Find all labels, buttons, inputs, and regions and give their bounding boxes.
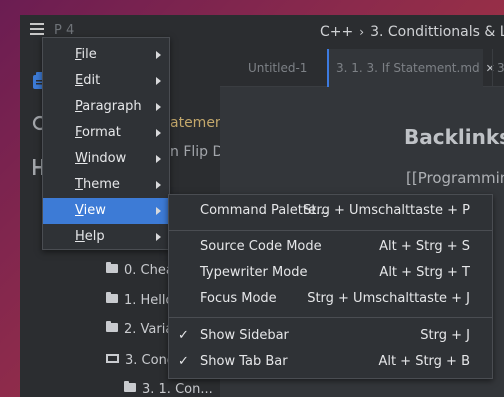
tree-folder-item[interactable]: 0. Chea bbox=[106, 261, 174, 281]
menu-item-file[interactable]: File bbox=[43, 42, 169, 68]
chevron-right-icon bbox=[156, 181, 161, 189]
shortcut-label: Alt + Strg + S bbox=[379, 239, 470, 254]
chevron-right-icon: › bbox=[359, 25, 365, 39]
menu-item-focus-mode[interactable]: Focus Mode Strg + Umschalttaste + J bbox=[169, 286, 492, 312]
menu-item-source-code-mode[interactable]: Source Code Mode Alt + Strg + S bbox=[169, 234, 492, 260]
menu-item-edit[interactable]: Edit bbox=[43, 68, 169, 94]
tree-folder-item-open[interactable]: 3. Cond bbox=[106, 351, 175, 371]
check-icon: ✓ bbox=[178, 354, 189, 369]
folder-icon bbox=[106, 262, 118, 273]
menu-item-help[interactable]: Help bbox=[43, 224, 169, 250]
menu-item-show-tab-bar[interactable]: ✓ Show Tab Bar Alt + Strg + B bbox=[169, 349, 492, 375]
tree-folder-item[interactable]: 1. Hello bbox=[106, 291, 174, 311]
chevron-right-icon bbox=[156, 155, 161, 163]
folder-icon bbox=[106, 321, 118, 332]
chevron-right-icon bbox=[156, 77, 161, 85]
breadcrumb-root[interactable]: C++ bbox=[320, 24, 353, 40]
menu-separator bbox=[169, 230, 492, 231]
editor-heading: Backlinks bbox=[404, 125, 504, 149]
folder-icon bbox=[124, 381, 136, 392]
breadcrumb-current[interactable]: 3. Condittionals & Log bbox=[370, 24, 504, 40]
tab-untitled[interactable]: Untitled-1 bbox=[248, 49, 307, 87]
menu-item-show-sidebar[interactable]: ✓ Show Sidebar Strg + J bbox=[169, 323, 492, 349]
chevron-right-icon bbox=[156, 233, 161, 241]
folder-open-icon bbox=[106, 354, 119, 363]
main-menu: File Edit Paragraph Format Window Theme … bbox=[42, 37, 170, 250]
view-submenu: Command Palette... Strg + Umschalttaste … bbox=[168, 194, 493, 379]
menu-item-paragraph[interactable]: Paragraph bbox=[43, 94, 169, 120]
tab-bar: Untitled-1 3. 1. 3. If Statement.md ✕ 3 bbox=[220, 49, 504, 87]
tab-overflow[interactable]: 3 bbox=[492, 49, 504, 87]
chevron-right-icon bbox=[156, 129, 161, 137]
check-icon: ✓ bbox=[178, 328, 189, 343]
shortcut-label: Strg + Umschalttaste + P bbox=[303, 203, 470, 218]
tab-active[interactable]: 3. 1. 3. If Statement.md ✕ bbox=[327, 49, 495, 87]
shortcut-label: Alt + Strg + T bbox=[379, 265, 470, 280]
menu-item-command-palette[interactable]: Command Palette... Strg + Umschalttaste … bbox=[169, 198, 492, 224]
chevron-right-icon bbox=[156, 51, 161, 59]
titlebar: C++ › 3. Condittionals & Log bbox=[220, 15, 504, 49]
menu-item-view[interactable]: View bbox=[43, 198, 169, 224]
menu-item-theme[interactable]: Theme bbox=[43, 172, 169, 198]
tree-folder-item[interactable]: 2. Varia bbox=[106, 320, 173, 340]
chevron-right-icon bbox=[156, 207, 161, 215]
menu-item-typewriter-mode[interactable]: Typewriter Mode Alt + Strg + T bbox=[169, 260, 492, 286]
editor-line: [[Programmin bbox=[406, 169, 504, 187]
shortcut-label: Strg + Umschalttaste + J bbox=[307, 291, 470, 306]
menu-item-format[interactable]: Format bbox=[43, 120, 169, 146]
menu-separator bbox=[169, 317, 492, 318]
tree-folder-item[interactable]: 3. 1. Con... bbox=[124, 380, 213, 397]
folder-icon bbox=[106, 292, 118, 303]
menu-item-window[interactable]: Window bbox=[43, 146, 169, 172]
shortcut-label: Strg + J bbox=[420, 328, 470, 343]
sidebar-title: P 4 bbox=[54, 23, 75, 38]
breadcrumb: C++ › 3. Condittionals & Log bbox=[320, 24, 504, 40]
chevron-right-icon bbox=[156, 103, 161, 111]
hamburger-menu-icon[interactable] bbox=[30, 23, 44, 35]
shortcut-label: Alt + Strg + B bbox=[378, 354, 470, 369]
